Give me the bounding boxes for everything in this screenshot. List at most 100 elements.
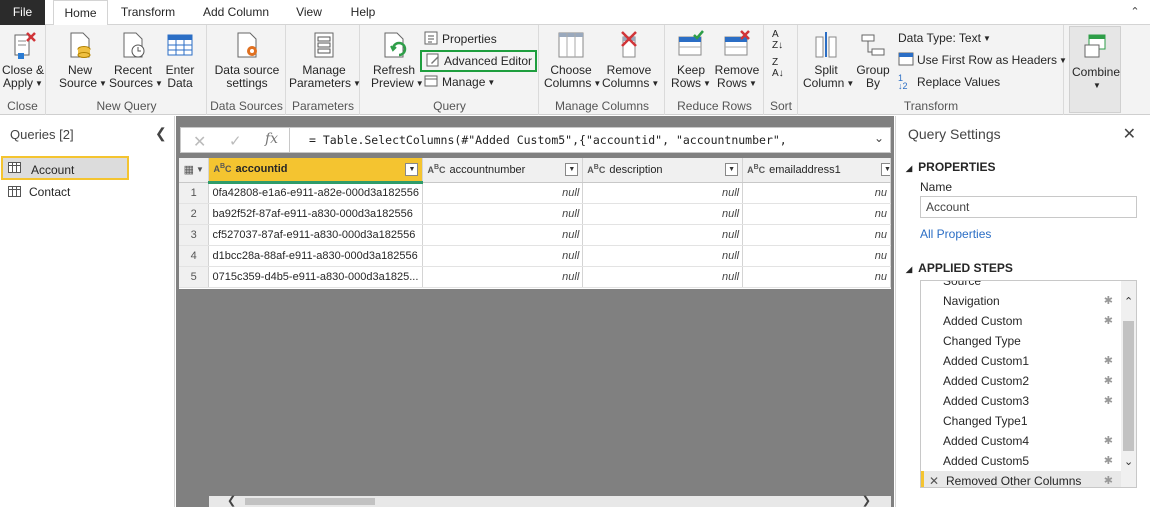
tab-file[interactable]: File <box>0 0 45 25</box>
keep-rows-button[interactable]: Keep Rows ▼ <box>670 29 712 90</box>
cell-accountnumber[interactable]: null <box>422 203 584 225</box>
scrollbar-thumb[interactable] <box>1123 321 1134 451</box>
sort-descending-button[interactable]: Z A↓ <box>772 57 784 79</box>
recent-sources-button[interactable]: Recent Sources ▼ <box>109 29 163 90</box>
step-settings-gear-icon[interactable]: ✱ <box>1104 351 1113 371</box>
applied-step-item[interactable]: Navigation ✱ <box>921 291 1121 311</box>
expand-formula-icon[interactable]: ⌄ <box>874 131 884 145</box>
manage-parameters-button[interactable]: Manage Parameters ▼ <box>289 29 361 90</box>
cell-description[interactable]: null <box>582 245 744 267</box>
choose-columns-button[interactable]: Choose Columns ▼ <box>544 29 601 90</box>
row-number[interactable]: 3 <box>179 224 210 246</box>
collapse-queries-icon[interactable]: ❮ <box>155 125 167 142</box>
query-item-account[interactable]: Account <box>1 156 129 180</box>
close-icon[interactable]: ✕ <box>1123 124 1136 144</box>
remove-columns-button[interactable]: Remove Columns ▼ <box>602 29 659 90</box>
column-filter-icon[interactable]: ▼ <box>405 163 419 176</box>
applied-steps-section-header[interactable]: ◢ APPLIED STEPS <box>906 261 1013 275</box>
row-number[interactable]: 2 <box>179 203 210 225</box>
step-settings-gear-icon[interactable]: ✱ <box>1104 471 1113 487</box>
cell-emailaddress1[interactable]: nu <box>742 182 891 204</box>
applied-step-item[interactable]: ✕ Removed Other Columns ✱ <box>921 471 1121 487</box>
applied-step-item[interactable]: Added Custom4 ✱ <box>921 431 1121 451</box>
applied-step-item[interactable]: Added Custom5 ✱ <box>921 451 1121 471</box>
applied-step-item[interactable]: Added Custom ✱ <box>921 311 1121 331</box>
row-number[interactable]: 4 <box>179 245 210 267</box>
tab-add-column[interactable]: Add Column <box>194 0 278 25</box>
cell-accountid[interactable]: cf527037-87af-e911-a830-000d3a182556 <box>208 224 424 246</box>
applied-step-item[interactable]: Source <box>921 281 1121 291</box>
scroll-left-icon[interactable]: ❮ <box>227 494 236 507</box>
step-settings-gear-icon[interactable]: ✱ <box>1104 371 1113 391</box>
cell-accountnumber[interactable]: null <box>422 224 584 246</box>
new-source-button[interactable]: New Source ▼ <box>59 29 107 90</box>
row-number[interactable]: 1 <box>179 182 210 204</box>
step-settings-gear-icon[interactable]: ✱ <box>1104 451 1113 471</box>
column-header-emailaddress1[interactable]: ABC emailaddress1 ▼ <box>742 158 891 183</box>
column-header-accountnumber[interactable]: ABC accountnumber ▼ <box>422 158 584 183</box>
tab-view[interactable]: View <box>288 0 330 25</box>
table-menu-icon[interactable]: ▦ ▼ <box>179 158 210 183</box>
properties-button[interactable]: Properties <box>423 29 497 49</box>
scrollbar-thumb[interactable] <box>245 498 375 505</box>
close-apply-button[interactable]: Close & Apply ▼ <box>2 29 44 90</box>
confirm-formula-icon[interactable]: ✓ <box>229 132 242 150</box>
cell-emailaddress1[interactable]: nu <box>742 245 891 267</box>
cell-emailaddress1[interactable]: nu <box>742 203 891 225</box>
scroll-down-icon[interactable]: ⌄ <box>1124 455 1133 468</box>
formula-text[interactable]: = Table.SelectColumns(#"Added Custom5",{… <box>309 133 787 147</box>
query-name-input[interactable] <box>920 196 1137 218</box>
applied-step-item[interactable]: Changed Type <box>921 331 1121 351</box>
row-number[interactable]: 5 <box>179 266 210 288</box>
all-properties-link[interactable]: All Properties <box>920 227 991 241</box>
horizontal-scrollbar[interactable]: ❮ ❯ <box>209 494 891 507</box>
cell-accountid[interactable]: 0fa42808-e1a6-e911-a82e-000d3a182556 <box>208 182 424 204</box>
properties-section-header[interactable]: ◢ PROPERTIES <box>906 160 996 174</box>
column-filter-icon[interactable]: ▼ <box>565 163 579 176</box>
cancel-formula-icon[interactable]: ✕ <box>193 132 206 152</box>
scroll-right-icon[interactable]: ❯ <box>862 494 871 507</box>
fx-icon[interactable]: fx <box>265 131 278 147</box>
sort-ascending-button[interactable]: A Z↓ <box>772 29 783 51</box>
column-filter-icon[interactable]: ▼ <box>725 163 739 176</box>
step-settings-gear-icon[interactable]: ✱ <box>1104 291 1113 311</box>
cell-accountid[interactable]: 0715c359-d4b5-e911-a830-000d3a1825... <box>208 266 424 288</box>
replace-values-button[interactable]: 1 ↓2 Replace Values <box>898 72 1000 92</box>
manage-button[interactable]: Manage ▼ <box>423 72 495 92</box>
cell-emailaddress1[interactable]: nu <box>742 266 891 288</box>
applied-step-item[interactable]: Added Custom2 ✱ <box>921 371 1121 391</box>
applied-step-item[interactable]: Added Custom3 ✱ <box>921 391 1121 411</box>
cell-accountid[interactable]: ba92f52f-87af-e911-a830-000d3a182556 <box>208 203 424 225</box>
enter-data-button[interactable]: Enter Data <box>161 29 199 90</box>
combine-button[interactable]: Combine ▼ <box>1072 31 1120 92</box>
column-header-accountid[interactable]: ABC accountid ▼ <box>208 158 424 184</box>
group-by-button[interactable]: Group By <box>853 29 893 90</box>
applied-step-item[interactable]: Changed Type1 <box>921 411 1121 431</box>
remove-rows-button[interactable]: Remove Rows ▼ <box>714 29 760 90</box>
cell-description[interactable]: null <box>582 266 744 288</box>
cell-accountid[interactable]: d1bcc28a-88af-e911-a830-000d3a182556 <box>208 245 424 267</box>
column-header-description[interactable]: ABC description ▼ <box>582 158 744 183</box>
vertical-scrollbar[interactable]: ⌃ ⌄ <box>1121 281 1136 487</box>
column-filter-icon[interactable]: ▼ <box>881 163 890 176</box>
data-source-settings-button[interactable]: Data source settings <box>212 29 282 90</box>
step-settings-gear-icon[interactable]: ✱ <box>1104 391 1113 411</box>
tab-help[interactable]: Help <box>340 0 386 25</box>
data-type-dropdown[interactable]: Data Type: Text ▼ <box>898 28 991 48</box>
advanced-editor-button[interactable]: Advanced Editor <box>420 50 538 72</box>
scroll-up-icon[interactable]: ⌃ <box>1124 295 1133 308</box>
cell-emailaddress1[interactable]: nu <box>742 224 891 246</box>
delete-step-icon[interactable]: ✕ <box>929 471 939 487</box>
cell-description[interactable]: null <box>582 224 744 246</box>
tab-home[interactable]: Home <box>53 0 108 26</box>
split-column-button[interactable]: Split Column ▼ <box>803 29 854 90</box>
cell-accountnumber[interactable]: null <box>422 266 584 288</box>
query-item-contact[interactable]: Contact <box>1 180 169 204</box>
cell-accountnumber[interactable]: null <box>422 245 584 267</box>
cell-accountnumber[interactable]: null <box>422 182 584 204</box>
cell-description[interactable]: null <box>582 182 744 204</box>
tab-transform[interactable]: Transform <box>112 0 184 25</box>
refresh-preview-button[interactable]: Refresh Preview ▼ <box>371 29 424 90</box>
collapse-ribbon-icon[interactable]: ⌃ <box>1126 3 1144 21</box>
use-first-row-headers-button[interactable]: Use First Row as Headers ▼ <box>898 50 1067 70</box>
